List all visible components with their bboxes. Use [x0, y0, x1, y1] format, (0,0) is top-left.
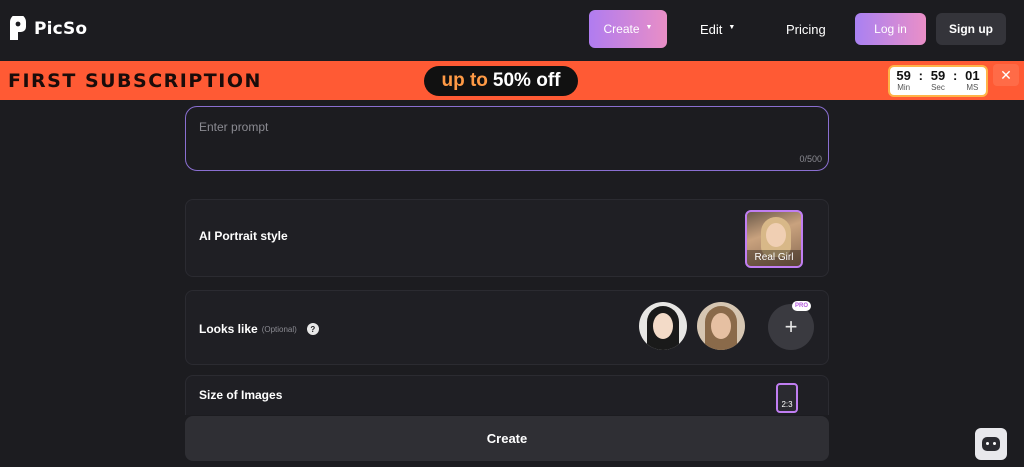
top-nav-bar: PicSo Create ▼ Edit ▼ Pricing Log in Sig…: [0, 0, 1024, 60]
nav-create-button[interactable]: Create ▼: [589, 10, 667, 48]
timer-min-value: 59: [896, 68, 911, 83]
optional-hint: (Optional): [261, 324, 297, 334]
discount-pill: up to 50% off: [424, 66, 578, 96]
nav-pricing-link[interactable]: Pricing: [786, 10, 826, 48]
signup-button[interactable]: Sign up: [936, 13, 1006, 45]
timer-seconds: 59 Sec: [927, 69, 949, 95]
portrait-style-card: AI Portrait style Real Girl: [185, 199, 829, 277]
ratio-option-2-3[interactable]: 2:3: [776, 383, 798, 413]
timer-ms-label: MS: [966, 83, 979, 92]
pro-badge: PRO: [792, 301, 812, 311]
chatbot-icon: [982, 437, 1000, 451]
close-icon[interactable]: ✕: [993, 64, 1019, 86]
chat-support-button[interactable]: [975, 428, 1007, 460]
timer-ms: 01 MS: [961, 69, 983, 95]
timer-min-label: Min: [897, 83, 911, 92]
chevron-down-icon: ▼: [728, 24, 736, 31]
deal-value: 50% off: [492, 70, 561, 91]
image-size-card: Size of Images 2:3: [185, 375, 829, 415]
deal-prefix: up to: [441, 70, 488, 91]
timer-sec-value: 59: [930, 68, 946, 83]
countdown-timer: 59 Min : 59 Sec : 01 MS: [888, 65, 988, 97]
help-icon[interactable]: ?: [306, 323, 319, 335]
prompt-box: 0/500: [185, 106, 829, 171]
looks-like-card: Looks like (Optional) ? + PRO: [185, 290, 829, 365]
portrait-style-label: AI Portrait style: [199, 229, 288, 243]
nav-edit-menu[interactable]: Edit ▼: [700, 10, 735, 48]
login-button[interactable]: Log in: [855, 13, 926, 45]
banner-title: FIRST SUBSCRIPTION: [8, 70, 262, 92]
prompt-input[interactable]: [199, 120, 799, 134]
image-size-label: Size of Images: [199, 388, 283, 402]
avatar-face: [711, 313, 731, 339]
timer-separator: :: [918, 68, 923, 83]
brand-logo[interactable]: PicSo: [8, 16, 87, 42]
add-face-button[interactable]: +: [768, 304, 814, 350]
promo-banner[interactable]: FIRST SUBSCRIPTION up to 50% off 59 Min …: [0, 61, 1024, 100]
style-thumbnail-face: [766, 223, 786, 247]
picso-logo-icon: [10, 16, 26, 40]
timer-ms-value: 01: [965, 68, 980, 83]
prompt-char-count: 0/500: [799, 154, 822, 164]
timer-sec-label: Sec: [931, 83, 945, 92]
face-option-1[interactable]: [639, 302, 687, 350]
style-option-name: Real Girl: [747, 250, 801, 266]
nav-create-label: Create: [603, 22, 640, 36]
chevron-down-icon: ▼: [645, 24, 653, 31]
create-button[interactable]: Create: [185, 416, 829, 461]
timer-separator: :: [953, 68, 958, 83]
timer-minutes: 59 Min: [893, 69, 915, 95]
style-option-real-girl[interactable]: Real Girl: [745, 210, 803, 268]
looks-like-title: Looks like: [199, 322, 258, 336]
brand-name: PicSo: [34, 19, 88, 39]
face-option-2[interactable]: [697, 302, 745, 350]
looks-like-label: Looks like (Optional) ?: [199, 322, 319, 336]
avatar-face: [653, 313, 673, 339]
nav-edit-label: Edit: [700, 21, 723, 37]
